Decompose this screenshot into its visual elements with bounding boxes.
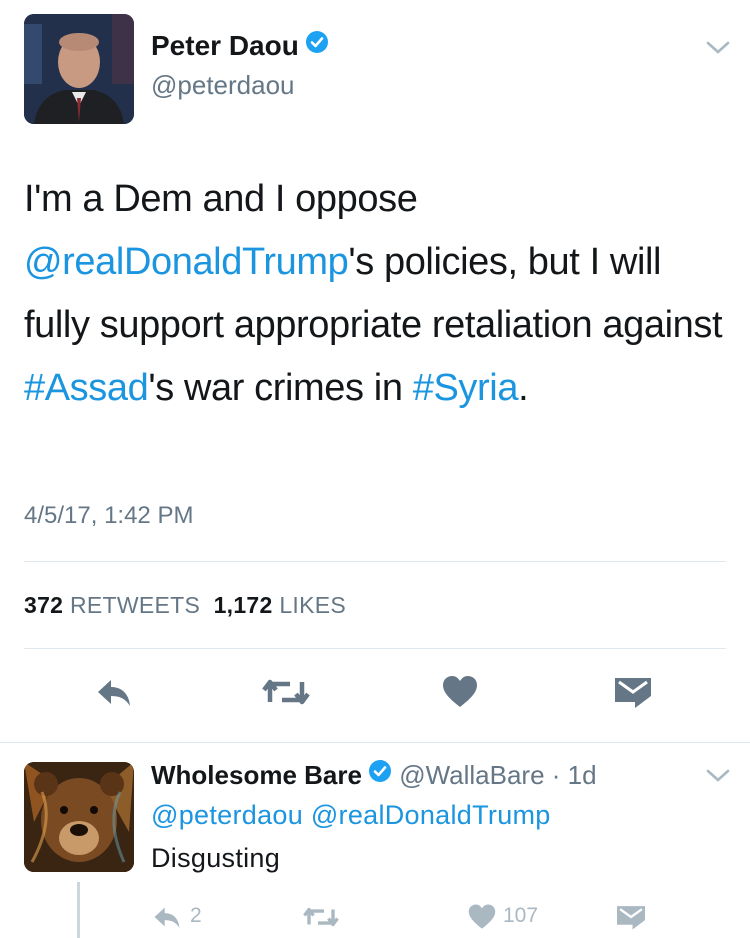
author-name[interactable]: Peter Daou — [151, 30, 329, 64]
like-count: 107 — [503, 904, 539, 927]
tweet-text-part: I'm a Dem and I oppose — [24, 178, 418, 220]
chevron-down-icon[interactable] — [706, 768, 730, 789]
reply-mentions[interactable]: @peterdaou @realDonaldTrump — [151, 800, 551, 831]
like-icon[interactable] — [441, 674, 479, 715]
reply-count: 2 — [190, 904, 202, 927]
reply-author-name[interactable]: Wholesome Bare — [151, 760, 362, 790]
author-handle[interactable]: @peterdaou — [151, 70, 295, 101]
tweet-separator — [0, 742, 750, 743]
tweet-stats: 372 RETWEETS 1,172 LIKES — [24, 592, 346, 619]
tweet-text: I'm a Dem and I oppose @realDonaldTrump '… — [24, 168, 736, 420]
reply-text: Disgusting — [151, 843, 281, 873]
retweet-icon[interactable] — [303, 903, 339, 936]
message-icon[interactable] — [613, 674, 653, 715]
hashtag-link[interactable]: #Assad — [24, 367, 149, 409]
hashtag-link[interactable]: #Syria — [413, 367, 519, 409]
reply-author-avatar[interactable] — [24, 762, 134, 872]
verified-badge-icon — [368, 759, 392, 790]
author-name-text[interactable]: Peter Daou — [151, 30, 299, 61]
message-icon[interactable] — [615, 903, 647, 936]
thread-line — [77, 882, 80, 938]
author-avatar[interactable] — [24, 14, 134, 124]
retweet-count[interactable]: 372 — [24, 592, 63, 618]
reply-time[interactable]: · 1d — [552, 760, 597, 790]
chevron-down-icon[interactable] — [706, 40, 730, 61]
divider — [24, 648, 726, 649]
mention-link[interactable]: @realDonaldTrump — [24, 241, 349, 283]
reply-author-handle[interactable]: @WallaBare — [399, 760, 544, 790]
divider — [24, 561, 726, 562]
like-label[interactable]: LIKES — [279, 592, 346, 618]
retweet-icon[interactable] — [262, 674, 310, 715]
tweet-text-part: . — [518, 367, 529, 409]
like-count[interactable]: 1,172 — [214, 592, 273, 618]
retweet-label[interactable]: RETWEETS — [70, 592, 200, 618]
reply-icon[interactable] — [95, 674, 133, 715]
verified-badge-icon — [305, 29, 329, 61]
reply-header: Wholesome Bare @WallaBare · 1d — [151, 759, 597, 793]
tweet-text-part: 's war crimes in — [148, 367, 413, 409]
tweet-timestamp[interactable]: 4/5/17, 1:42 PM — [24, 502, 193, 530]
